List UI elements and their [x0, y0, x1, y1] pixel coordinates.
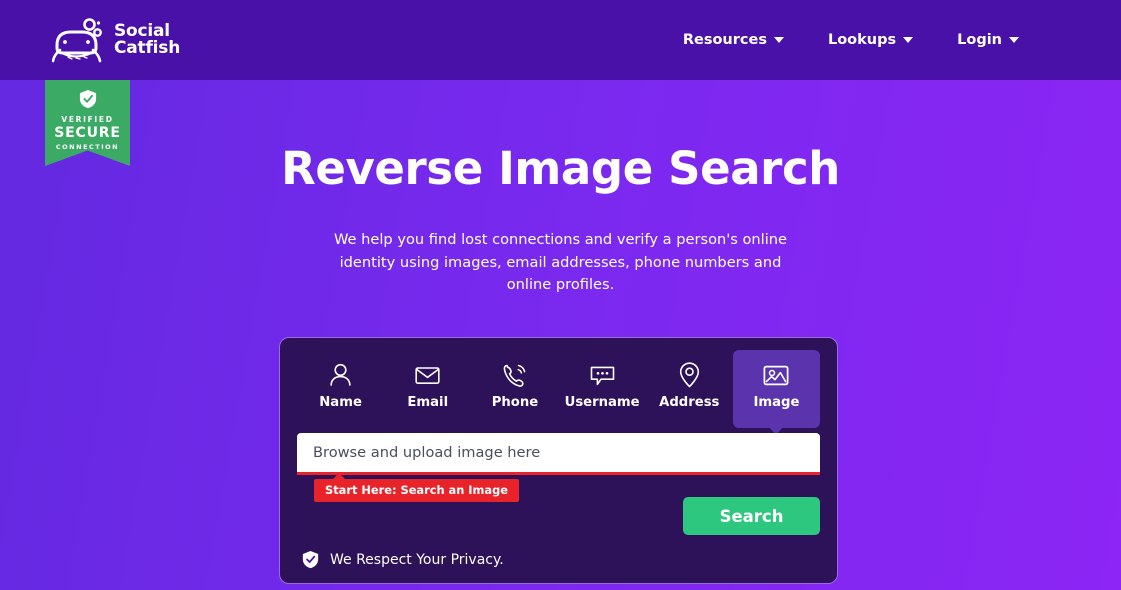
nav-item-lookups[interactable]: Lookups	[806, 24, 935, 56]
tab-name[interactable]: Name	[297, 350, 384, 420]
nav-label-login: Login	[957, 32, 1002, 48]
shield-check-icon	[302, 551, 319, 569]
nav-item-login[interactable]: Login	[935, 24, 1041, 56]
search-type-tabs: Name Email Phone Username Address Image	[297, 350, 821, 428]
tab-label-address: Address	[659, 395, 720, 410]
image-icon	[763, 362, 789, 388]
tab-label-phone: Phone	[491, 395, 539, 410]
main-navigation: Resources Lookups Login	[661, 24, 1101, 56]
chevron-down-icon	[1009, 37, 1019, 43]
image-upload-field-wrap: Start Here: Search an Image	[297, 433, 820, 502]
hero-section: Reverse Image Search We help you find lo…	[0, 80, 1121, 297]
site-header: Social Catfish Resources Lookups Login	[0, 0, 1121, 80]
page-title: Reverse Image Search	[281, 142, 840, 195]
start-here-tooltip: Start Here: Search an Image	[314, 473, 519, 502]
tab-phone[interactable]: Phone	[471, 350, 558, 420]
badge-line-connection: CONNECTION	[55, 143, 120, 151]
nav-item-resources[interactable]: Resources	[661, 24, 806, 56]
catfish-logo-icon	[52, 18, 102, 63]
tab-email[interactable]: Email	[384, 350, 471, 420]
tab-address[interactable]: Address	[646, 350, 733, 420]
tab-label-username: Username	[564, 395, 640, 410]
map-pin-icon	[679, 362, 700, 388]
phone-icon	[503, 362, 527, 388]
nav-label-resources: Resources	[682, 32, 767, 48]
privacy-text: We Respect Your Privacy.	[330, 551, 504, 568]
search-card: Name Email Phone Username Address Image …	[279, 337, 838, 584]
site-logo[interactable]: Social Catfish	[52, 17, 180, 63]
privacy-note: We Respect Your Privacy.	[297, 550, 820, 569]
badge-line-verified: VERIFIED	[61, 115, 114, 124]
logo-wordmark: Social Catfish	[114, 22, 181, 58]
shield-check-icon	[79, 90, 96, 109]
speech-bubble-icon	[590, 362, 615, 388]
chevron-down-icon	[903, 37, 914, 43]
nav-label-lookups: Lookups	[827, 32, 897, 48]
logo-line-2: Catfish	[114, 38, 181, 58]
person-icon	[329, 362, 352, 388]
tab-label-name: Name	[319, 395, 362, 410]
tab-label-image: Image	[753, 395, 800, 410]
image-upload-input[interactable]	[297, 433, 820, 475]
card-actions: Search	[297, 497, 820, 535]
tab-username[interactable]: Username	[559, 350, 646, 420]
tab-label-email: Email	[407, 395, 449, 410]
chevron-down-icon	[773, 37, 784, 43]
envelope-icon	[415, 362, 440, 388]
hero-subtitle: We help you find lost connections and ve…	[333, 231, 788, 294]
badge-line-secure: SECURE	[54, 125, 121, 141]
search-button[interactable]: Search	[683, 497, 820, 535]
tab-image[interactable]: Image	[732, 350, 821, 428]
